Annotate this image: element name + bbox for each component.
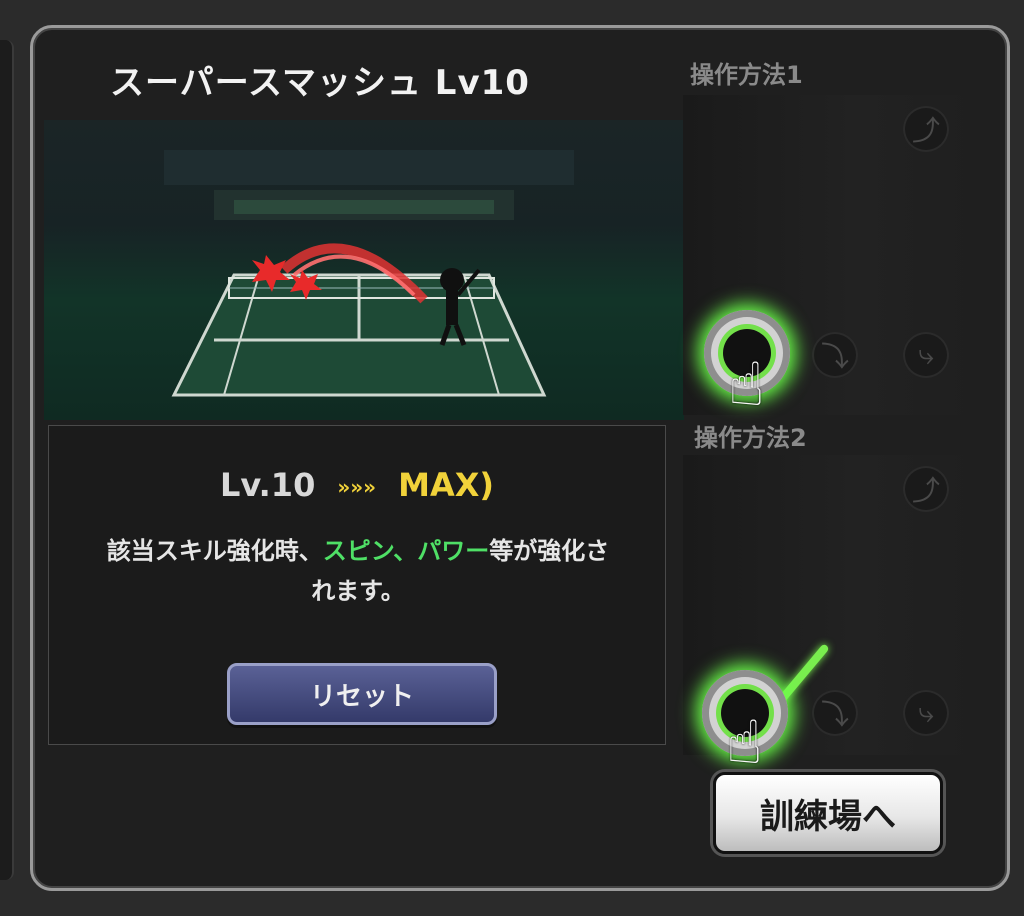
control-method1-label: 操作方法1 [690,61,803,89]
description-line2: れます。 [311,577,405,605]
swipe-diagonal-icon: ⤷ [903,332,949,378]
swipe-arc-icon: ⤴ [903,106,949,152]
pointing-hand-icon: ☝ [726,708,763,778]
arrows-icon: »»» [337,475,377,499]
tennis-court-illustration [164,150,574,397]
level-progress: Lv.10 »»» MAX) [49,466,665,504]
skill-description: 該当スキル強化時、スピン、パワー等が強化さ れます。 [69,531,647,611]
description-prefix: 該当スキル強化時、 [106,537,323,565]
swipe-arc-icon: ⤴ [903,466,949,512]
skill-preview-scene [44,120,684,420]
max-level: MAX) [398,466,494,504]
swipe-curve-icon: ⤵ [812,332,858,378]
control-method2-label: 操作方法2 [694,424,807,452]
description-highlight: スピン、パワー [322,537,490,565]
reset-button[interactable]: リセット [227,663,497,725]
skill-info-box: Lv.10»»» MAX) 該当スキル強化時、スピン、パワー等が強化さ れます。 … [48,425,666,745]
swipe-curve-icon: ⤵ [812,690,858,736]
pointing-hand-icon: ☝ [728,350,765,420]
current-level: Lv.10 [220,466,316,504]
background-panel-edge [0,40,14,880]
skill-title: スーパースマッシュ Lv10 [110,63,530,103]
go-to-training-button[interactable]: 訓練場へ [713,772,943,854]
description-suffix: 等が強化さ [489,537,610,565]
swipe-diagonal-icon: ⤷ [903,690,949,736]
